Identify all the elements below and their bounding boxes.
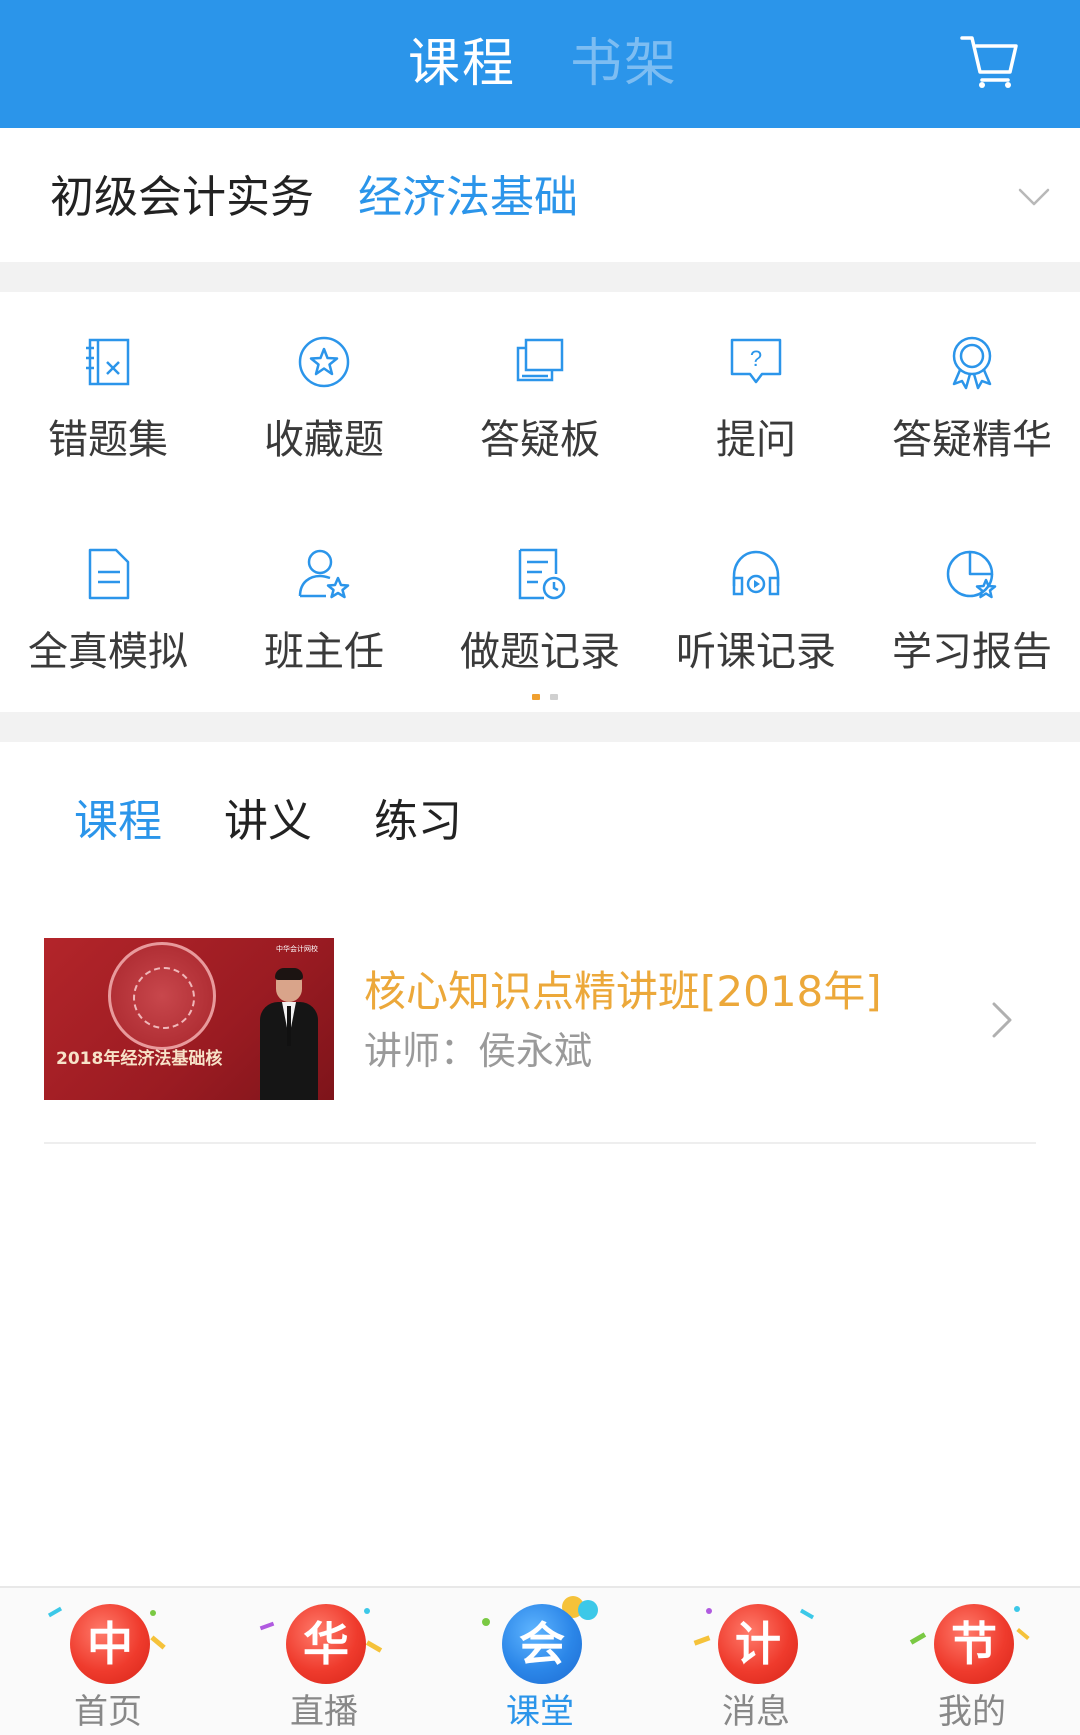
feature-label: 答疑精华 [892, 417, 1052, 463]
star-favorite-icon [298, 336, 350, 388]
feature-label: 做题记录 [460, 629, 620, 675]
award-ribbon-icon [952, 336, 992, 390]
wrong-questions-book-icon [86, 338, 130, 386]
question-bubble-icon: ? [730, 338, 782, 384]
tab-exercises[interactable]: 练习 [374, 792, 462, 852]
feature-listening-record[interactable]: 听课记录 [648, 504, 864, 694]
tab-bookshelf[interactable]: 书架 [570, 28, 678, 100]
tab-handouts[interactable]: 讲义 [224, 792, 312, 852]
exam-document-icon [88, 548, 130, 600]
thumbnail-logo: 中华会计网校 [276, 945, 318, 953]
course-list-item[interactable]: 中华会计网校 2018年经济法基础核 核心知识点精讲班[2018年] 讲师：侯永… [44, 938, 1036, 1144]
chevron-down-icon[interactable] [1016, 178, 1052, 214]
bottom-navigation: 中 首页 华 直播 会 课堂 计 消息 节 我的 [0, 1586, 1080, 1735]
paper-cut-medallion [108, 942, 216, 1050]
feature-label: 学习报告 [892, 629, 1052, 675]
nav-profile[interactable]: 节 我的 [864, 1588, 1080, 1735]
shopping-cart-icon[interactable] [958, 30, 1020, 92]
qa-board-icon [516, 338, 564, 382]
content-tabs: 课程 讲义 练习 [0, 742, 1080, 912]
practice-record-icon [518, 548, 566, 600]
feature-wrong-questions[interactable]: 错题集 [0, 292, 216, 482]
feature-ask-question[interactable]: ? 提问 [648, 292, 864, 482]
badge-hui: 会 [502, 1604, 582, 1684]
nav-classroom[interactable]: 会 课堂 [432, 1588, 648, 1735]
section-divider [0, 262, 1080, 292]
tab-courses[interactable]: 课程 [408, 28, 516, 100]
nav-label-home: 首页 [74, 1692, 142, 1732]
course-title: 核心知识点精讲班[2018年] [364, 967, 882, 1016]
teacher-user-icon [298, 549, 350, 599]
course-teacher: 讲师：侯永斌 [364, 1029, 593, 1073]
badge-hua: 华 [286, 1604, 366, 1684]
feature-mock-exam[interactable]: 全真模拟 [0, 504, 216, 694]
nav-live[interactable]: 华 直播 [216, 1588, 432, 1735]
nav-messages[interactable]: 计 消息 [648, 1588, 864, 1735]
svg-text:?: ? [750, 346, 762, 371]
feature-qa-board[interactable]: 答疑板 [432, 292, 648, 482]
section-divider [0, 712, 1080, 742]
feature-qa-highlights[interactable]: 答疑精华 [864, 292, 1080, 482]
feature-grid: 错题集 收藏题 答疑板 ? 提问 答疑精华 全真模拟 班主任 做题记录 听课记录… [0, 292, 1080, 712]
subject-selector: 初级会计实务 经济法基础 [0, 128, 1080, 262]
badge-jie: 节 [934, 1604, 1014, 1684]
nav-label-classroom: 课堂 [506, 1692, 574, 1732]
thumbnail-caption: 2018年经济法基础核 [56, 1049, 223, 1069]
feature-label: 听课记录 [676, 629, 836, 675]
feature-label: 提问 [716, 417, 796, 463]
feature-label: 班主任 [264, 629, 384, 675]
feature-practice-record[interactable]: 做题记录 [432, 504, 648, 694]
chevron-right-icon [992, 1002, 1012, 1038]
headphones-icon [732, 550, 780, 596]
pager-dot [550, 694, 558, 700]
feature-label: 错题集 [48, 417, 168, 463]
subject-accounting-practice[interactable]: 初级会计实务 [50, 168, 314, 228]
feature-label: 收藏题 [264, 417, 384, 463]
badge-zhong: 中 [70, 1604, 150, 1684]
nav-label-profile: 我的 [938, 1692, 1006, 1732]
nav-home[interactable]: 中 首页 [0, 1588, 216, 1735]
feature-label: 答疑板 [480, 417, 600, 463]
presenter-figure [256, 968, 322, 1100]
feature-study-report[interactable]: 学习报告 [864, 504, 1080, 694]
top-header: 课程 书架 [0, 0, 1080, 128]
pager-dot-active [532, 694, 540, 700]
badge-ji: 计 [718, 1604, 798, 1684]
course-thumbnail: 中华会计网校 2018年经济法基础核 [44, 938, 334, 1100]
tab-course-list[interactable]: 课程 [74, 792, 162, 852]
feature-favorites[interactable]: 收藏题 [216, 292, 432, 482]
pie-chart-report-icon [946, 550, 997, 599]
nav-label-live: 直播 [290, 1692, 358, 1732]
nav-label-messages: 消息 [722, 1692, 790, 1732]
subject-economic-law[interactable]: 经济法基础 [358, 168, 578, 228]
feature-label: 全真模拟 [28, 629, 188, 675]
feature-class-teacher[interactable]: 班主任 [216, 504, 432, 694]
